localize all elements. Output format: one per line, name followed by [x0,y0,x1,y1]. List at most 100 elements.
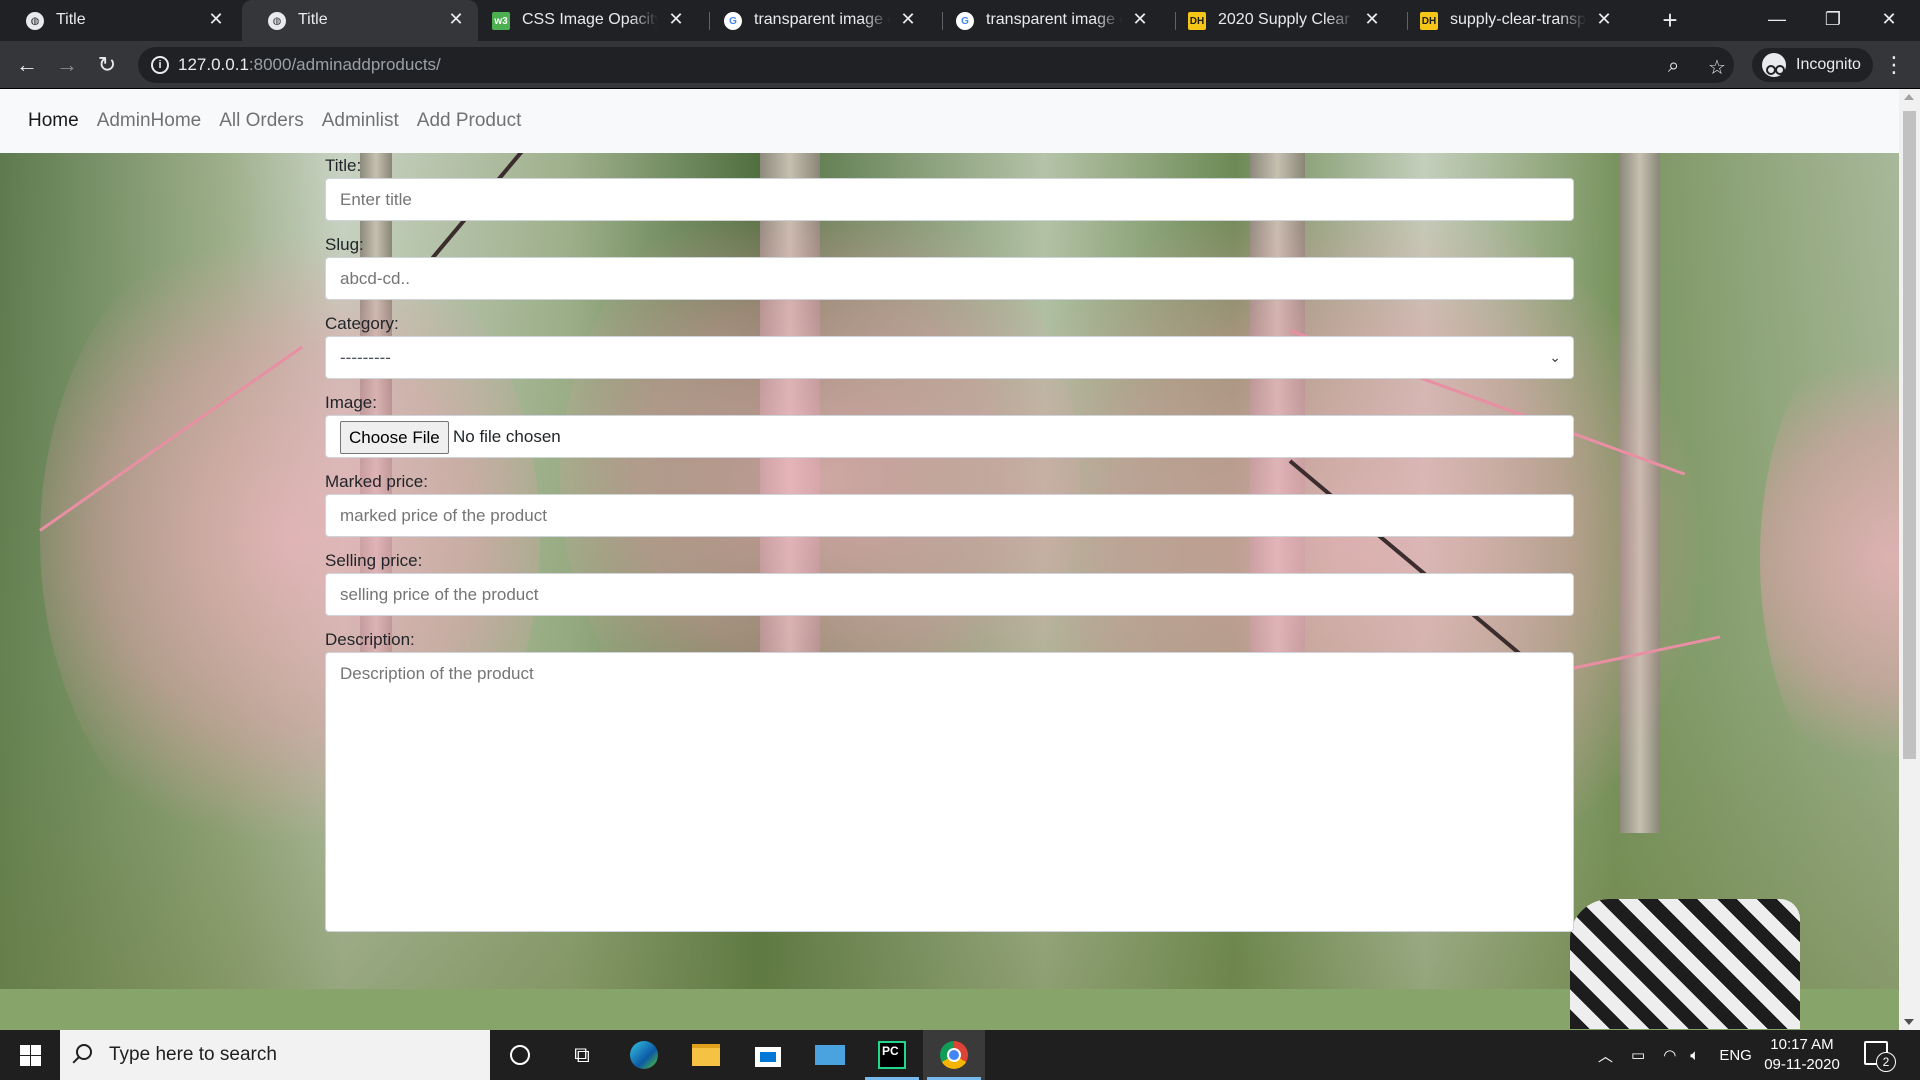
description-label: Description: [325,630,415,649]
mail-icon[interactable] [799,1030,861,1080]
pycharm-logo: PC [878,1041,906,1069]
edge-icon[interactable] [613,1030,675,1080]
selling-price-label: Selling price: [325,551,423,570]
title-label: Title: [325,156,362,175]
incognito-label: Incognito [1796,56,1861,73]
edge-logo [630,1041,658,1069]
chrome-logo [940,1041,968,1069]
search-icon [76,1044,92,1060]
category-label: Category: [325,314,399,333]
task-view-icon[interactable]: ⧉ [551,1030,613,1080]
windows-taskbar: Type here to search ⧉ PC ︿ ▭ ◠ 🔈︎ ENG 10… [0,1030,1920,1080]
slug-label: Slug: [325,235,364,254]
file-status-text: No file chosen [453,427,561,446]
scroll-up-arrow-icon[interactable] [1904,94,1914,100]
tab-5[interactable]: G transparent image onli ✕ [930,0,1162,41]
nav-home-link[interactable]: Home [19,110,88,132]
volume-icon[interactable]: 🔈︎ [1690,1047,1699,1064]
tab-3[interactable]: w3 CSS Image Opacity / Tr ✕ [466,0,698,41]
google-icon: G [956,12,974,30]
close-window-button[interactable]: ✕ [1866,0,1912,41]
address-bar[interactable]: i 127.0.0.1:8000/adminaddproducts/ ⌕ ☆ [138,47,1734,83]
envelope-shape [815,1045,845,1065]
restore-button[interactable]: ❐ [1810,0,1856,41]
info-icon[interactable]: i [151,56,169,74]
page-scrollbar[interactable] [1899,89,1920,1030]
tab-2-active[interactable]: ◍ Title ✕ [242,0,478,41]
nav-all-orders-link[interactable]: All Orders [210,110,312,132]
selling-price-input[interactable] [325,573,1574,616]
store-bag [755,1043,781,1067]
taskbar-clock[interactable]: 10:17 AM 09-11-2020 [1764,1035,1840,1075]
start-button[interactable] [0,1030,60,1080]
battery-icon[interactable]: ▭ [1631,1046,1645,1064]
category-select[interactable]: --------- ⌄ [325,336,1574,379]
scrollbar-thumb[interactable] [1903,111,1916,759]
globe-icon: ◍ [268,12,286,30]
web-viewport: Home AdminHome All Orders Adminlist Add … [0,89,1899,1030]
choose-file-button[interactable]: Choose File [340,421,449,454]
close-icon[interactable]: ✕ [1362,9,1382,29]
chevron-up-icon[interactable]: ︿ [1598,1045,1613,1066]
marked-price-input[interactable] [325,494,1574,537]
notification-count-badge: 2 [1876,1052,1896,1072]
url-text[interactable]: 127.0.0.1:8000/adminaddproducts/ [178,55,441,75]
new-tab-button[interactable]: + [1656,6,1684,34]
slug-input[interactable] [325,257,1574,300]
minimize-button[interactable]: — [1754,0,1800,41]
tab-title: Title [298,11,328,28]
tab-title: transparent image onli [986,11,1122,28]
tab-7[interactable]: DH supply-clear-transpare ✕ [1394,0,1626,41]
store-icon[interactable] [737,1030,799,1080]
close-icon[interactable]: ✕ [206,9,226,29]
tab-4[interactable]: G transparent image onli ✕ [698,0,930,41]
nav-adminhome-link[interactable]: AdminHome [88,110,211,132]
browser-menu-icon[interactable]: ⋮ [1882,50,1906,80]
site-navbar: Home AdminHome All Orders Adminlist Add … [0,89,1899,153]
pycharm-icon[interactable]: PC [861,1030,923,1080]
scroll-down-arrow-icon[interactable] [1904,1019,1914,1025]
close-icon[interactable]: ✕ [446,9,466,29]
windows-logo-icon [20,1045,30,1055]
chrome-icon[interactable] [923,1030,985,1080]
chevron-down-icon: ⌄ [1549,349,1561,365]
windows-logo-pane [20,1056,30,1066]
reload-icon[interactable]: ↻ [92,50,122,80]
close-icon[interactable]: ✕ [1594,9,1614,29]
image-label: Image: [325,393,377,412]
image-file-input[interactable]: Choose File No file chosen [325,415,1574,458]
dh-icon: DH [1420,12,1438,30]
tab-title: Title [56,11,86,28]
clock-date: 09-11-2020 [1764,1056,1840,1073]
close-icon[interactable]: ✕ [898,9,918,29]
nav-adminlist-link[interactable]: Adminlist [313,110,408,132]
language-indicator[interactable]: ENG [1719,1047,1752,1064]
category-selected-value: --------- [340,348,391,367]
close-icon[interactable]: ✕ [1130,9,1150,29]
cortana-icon[interactable] [489,1030,551,1080]
forward-arrow-icon[interactable]: → [52,50,82,80]
system-tray: ︿ ▭ ◠ 🔈︎ ENG [1598,1030,1752,1080]
url-host: 127.0.0.1 [178,55,249,74]
tab-6[interactable]: DH 2020 Supply Clear Tran ✕ [1162,0,1394,41]
incognito-profile-button[interactable]: Incognito [1752,48,1873,82]
close-icon[interactable]: ✕ [666,9,686,29]
url-path: :8000/adminaddproducts/ [248,55,441,74]
striped-sleeve [1570,899,1800,1029]
title-input[interactable] [325,178,1574,221]
wifi-icon[interactable]: ◠ [1663,1046,1676,1064]
file-explorer-icon[interactable] [675,1030,737,1080]
taskbar-search-box[interactable]: Type here to search [60,1030,490,1080]
tab-title: transparent image onli [754,11,890,28]
tab-title: supply-clear-transpare [1450,11,1586,28]
cortana-circle [510,1045,530,1065]
back-arrow-icon[interactable]: ← [12,50,42,80]
dh-icon: DH [1188,12,1206,30]
incognito-icon [1762,53,1786,77]
nav-add-product-link[interactable]: Add Product [408,110,531,132]
windows-logo-pane [31,1045,41,1055]
description-textarea[interactable] [325,652,1574,932]
bookmark-star-icon[interactable]: ☆ [1708,55,1726,80]
tab-1[interactable]: ◍ Title ✕ [0,0,238,41]
zoom-icon[interactable]: ⌕ [1668,55,1679,78]
